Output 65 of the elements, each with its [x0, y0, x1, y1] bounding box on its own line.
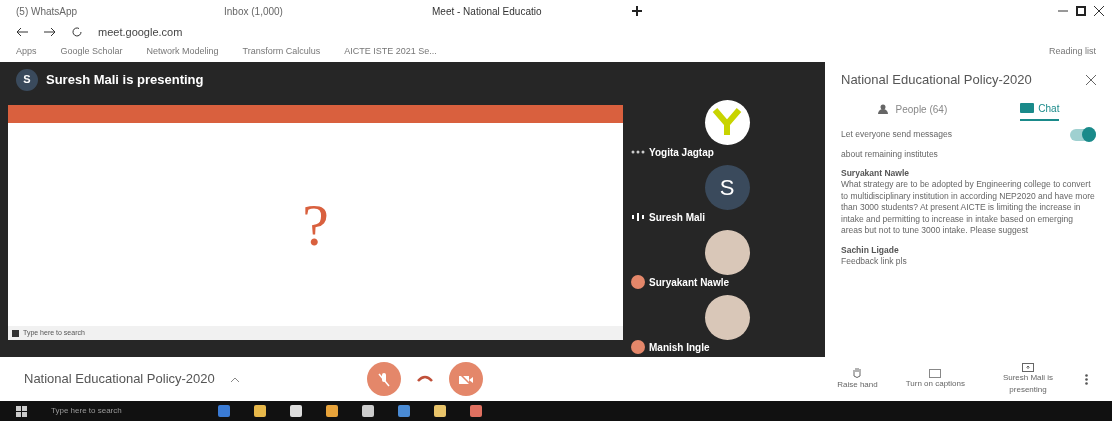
bookmark-link[interactable]: Apps — [16, 45, 37, 59]
toggle-label: Let everyone send messages — [841, 128, 954, 141]
question-mark: ? — [302, 190, 329, 260]
message-text: Feedback link pls — [841, 256, 908, 268]
app-icon[interactable] — [433, 405, 446, 417]
muted-indicator — [631, 275, 645, 289]
message-sender: Suryakant Nawle — [841, 167, 911, 180]
participant-name: Suresh Mali — [649, 210, 706, 225]
camera-off-icon — [458, 373, 473, 386]
new-tab-icon[interactable] — [632, 6, 642, 16]
taskbar-search-text[interactable]: Type here to search — [51, 405, 122, 417]
panel-tab[interactable]: People (64) — [877, 97, 948, 121]
reload-icon[interactable] — [72, 27, 82, 37]
microphone-off-icon — [377, 372, 390, 387]
app-icon[interactable] — [361, 405, 374, 417]
app-icon[interactable] — [325, 405, 338, 417]
close-icon[interactable] — [1086, 74, 1096, 85]
bookmark-link[interactable]: AICTE ISTE 2021 Se... — [344, 45, 437, 59]
message-text: What strategy are to be adopted by Engineering college to convert to multidisciplinary institution in according NEP2020 and have more than 3000 students? At present AICTE is limiting the increase in intake and permitting to increase in intake based on emerging areas but not to tune 3000 intake. Please suggest — [841, 179, 1096, 237]
participant-name: Manish Ingle — [649, 340, 710, 355]
audio-level-icon — [631, 212, 645, 222]
close-icon[interactable] — [1094, 6, 1104, 16]
toggle-switch[interactable] — [1070, 128, 1096, 141]
action-button[interactable]: Turn on captions — [899, 367, 971, 391]
bookmark-link[interactable]: Transform Calculus — [242, 45, 321, 59]
photo-placeholder — [704, 294, 750, 340]
camera-button[interactable] — [448, 362, 483, 396]
meeting-title: National Educational Policy-2020 — [24, 370, 215, 389]
url-field[interactable]: meet.google.com — [98, 23, 183, 41]
muted-indicator — [631, 340, 645, 354]
photo-placeholder — [704, 229, 750, 275]
bookmark-link[interactable]: Network Modeling — [146, 45, 219, 59]
browser-tab[interactable]: Inbox (1,000) — [216, 3, 416, 19]
hang-up-icon[interactable] — [416, 375, 433, 383]
browser-tab[interactable]: (5) WhatsApp — [8, 3, 208, 19]
reading-list-link[interactable]: Reading list — [1048, 45, 1096, 59]
back-icon[interactable] — [16, 27, 28, 37]
participant-name: Yogita Jagtap — [649, 145, 714, 160]
caret-icon[interactable] — [230, 376, 239, 382]
app-icon[interactable] — [253, 405, 266, 417]
participant-name: Suryakant Nawle — [649, 275, 730, 290]
more-options-icon[interactable] — [1085, 373, 1088, 385]
app-icon[interactable] — [469, 405, 482, 417]
present-icon — [1022, 362, 1034, 372]
app-icon[interactable] — [289, 405, 302, 417]
presenter-banner-text: Suresh Mali is presenting — [46, 70, 204, 89]
audio-dots-icon — [631, 150, 645, 154]
avatar: S — [704, 164, 750, 210]
panel-tab[interactable]: Chat — [1020, 97, 1060, 121]
bookmark-link[interactable]: Google Scholar — [60, 45, 123, 59]
microphone-button[interactable] — [366, 362, 401, 396]
chat-icon — [1020, 103, 1035, 113]
y-logo-icon — [712, 107, 742, 137]
maximize-icon[interactable] — [1076, 6, 1086, 16]
action-button[interactable]: Raise hand — [831, 366, 884, 392]
captions-icon — [929, 368, 942, 378]
message-sender: Sachin Ligade — [841, 244, 900, 257]
hand-icon — [852, 367, 863, 379]
forward-icon[interactable] — [44, 27, 56, 37]
avatar: S — [16, 68, 38, 91]
panel-title: National Educational Policy-2020 — [841, 71, 1033, 89]
message-text: about remaining institutes — [841, 148, 939, 160]
windows-icon[interactable] — [16, 405, 27, 417]
windows-icon[interactable] — [12, 329, 19, 337]
action-button[interactable]: Suresh Mali is presenting — [987, 361, 1069, 397]
